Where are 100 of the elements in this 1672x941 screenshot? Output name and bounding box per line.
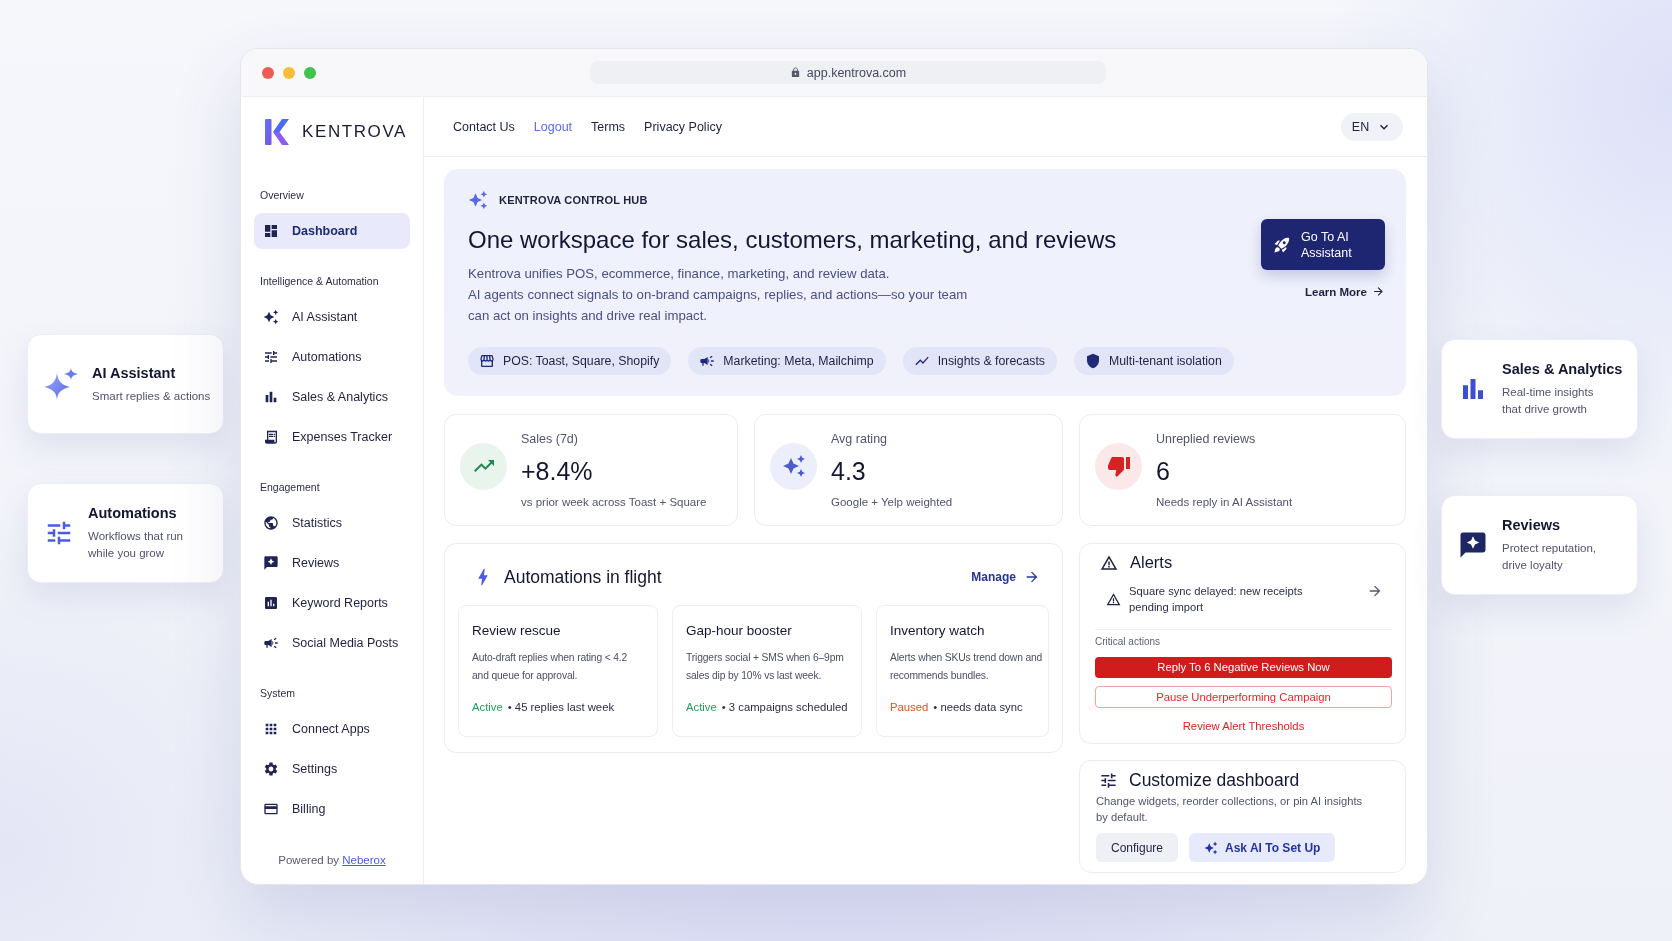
grid-icon [263, 223, 279, 239]
stat-value: +8.4% [521, 456, 594, 485]
settings-icon [263, 761, 279, 777]
sliders-icon [1099, 770, 1118, 790]
feature-title: AI Assistant [92, 363, 177, 382]
panel-title: Automations in flight [504, 566, 662, 588]
ask-ai-button[interactable]: Ask AI To Set Up [1189, 833, 1336, 862]
thumbs-down-icon [1095, 442, 1142, 490]
warning-icon [1106, 591, 1121, 607]
chart-icon [263, 595, 279, 611]
feature-description: Real-time insights that drive growth [1502, 385, 1595, 417]
feature-chip: Insights & forecasts [902, 347, 1057, 375]
panel-description: Change widgets, reorder collections, or pin AI insights by default. [1096, 794, 1364, 825]
automation-detail: • needs data sync [933, 700, 1023, 715]
stat-note: Needs reply in AI Assistant [1156, 494, 1293, 510]
feature-title: Automations [88, 504, 178, 522]
nav-link[interactable]: Terms [591, 119, 626, 134]
thresholds-link[interactable]: Review Alert Thresholds [1182, 719, 1305, 733]
panel-title: Customize dashboard [1129, 769, 1300, 791]
language-dropdown[interactable]: EN [1341, 112, 1403, 141]
learn-more-link[interactable]: Learn More [1305, 285, 1385, 298]
automation-status: Paused [890, 700, 929, 715]
feature-chip: Multi-tenant isolation [1073, 347, 1234, 375]
sidebar-item[interactable]: AI Assistant [254, 299, 410, 335]
sparkles-icon [263, 309, 279, 325]
automation-description: Triggers social + SMS when 6–9pm sales dip by 10% vs last week. [686, 651, 845, 683]
feature-description: Protect reputation, drive loyalty [1502, 541, 1596, 573]
powered-by-text: Powered by Neberox [277, 854, 387, 866]
automation-description: Alerts when SKUs trend down and recommends bundles. [890, 651, 1043, 683]
stat-value: 6 [1156, 456, 1171, 485]
feature-chip: Marketing: Meta, Mailchimp [688, 347, 886, 375]
alert-text: Square sync delayed: new receipts pending import [1129, 583, 1303, 615]
globe-icon [263, 515, 279, 531]
lock-icon [789, 67, 801, 78]
section-title: Overview [259, 188, 305, 202]
sidebar-item[interactable]: Billing [254, 791, 410, 827]
assistant-button[interactable]: Go To AI Assistant [1261, 219, 1385, 270]
window-zoom-icon[interactable] [304, 66, 316, 79]
window-minimize-icon[interactable] [283, 66, 295, 79]
automation-title: Gap-hour booster [686, 622, 793, 639]
automation-detail: • 3 campaigns scheduled [721, 700, 848, 715]
trend-up-icon [460, 442, 507, 490]
rocket-icon [1273, 235, 1291, 254]
arrow-right-icon [1372, 285, 1385, 298]
action-button[interactable]: Pause Underperforming Campaign [1095, 686, 1392, 708]
hero-description: Kentrova unifies POS, ecommerce, finance, marketing, and review data. AI agents connect signals to on-brand campaigns, replies, and actions—so your team can act on insights and drive real impact. [468, 265, 969, 325]
megaphone-icon [699, 353, 716, 369]
feature-title: Sales & Analytics [1502, 360, 1623, 378]
stat-label: Avg rating [831, 430, 889, 447]
sparkles-icon [468, 190, 488, 210]
automation-title: Inventory watch [890, 622, 986, 639]
stat-note: Google + Yelp weighted [831, 494, 953, 510]
stat-value: 4.3 [831, 456, 867, 485]
sidebar-item[interactable]: Automations [254, 339, 410, 375]
receipt-icon [263, 429, 279, 445]
sidebar-item[interactable]: Social Media Posts [254, 625, 410, 661]
footer-link[interactable]: Neberox [342, 854, 386, 866]
panel-title: Alerts [1130, 553, 1173, 573]
sidebar-item[interactable]: Settings [254, 751, 410, 787]
window-close-icon[interactable] [262, 66, 274, 79]
credit-card-icon [263, 801, 279, 817]
sparkle-icon [44, 367, 78, 401]
feature-title: Reviews [1502, 516, 1562, 534]
sparkles-icon [1204, 840, 1219, 855]
sidebar-item[interactable]: Keyword Reports [254, 585, 410, 621]
feature-chip: POS: Toast, Square, Shopify [468, 347, 672, 375]
hero-title: One workspace for sales, customers, marketing, and reviews [468, 225, 1118, 255]
sidebar-item[interactable]: Sales & Analytics [254, 379, 410, 415]
sparkles-icon [770, 442, 817, 490]
sidebar-item[interactable]: Dashboard [254, 213, 410, 249]
section-title: Engagement [259, 480, 321, 494]
apps-grid-icon [263, 721, 279, 737]
megaphone-icon [263, 635, 279, 651]
brand-name: KENTROVA [302, 122, 408, 142]
nav-link[interactable]: Contact Us [453, 119, 515, 134]
nav-link[interactable]: Logout [533, 119, 573, 134]
sliders-icon [263, 349, 279, 365]
stat-label: Unreplied reviews [1156, 430, 1257, 447]
configure-button[interactable]: Configure [1096, 833, 1179, 862]
section-title: System [259, 686, 296, 700]
manage-link[interactable]: Manage [971, 569, 1040, 585]
automation-status: Active [686, 700, 717, 715]
shield-icon [1084, 353, 1101, 369]
stat-note: vs prior week across Toast + Square [521, 494, 707, 510]
automation-title: Review rescue [472, 622, 562, 639]
star-speech-bubble-icon [1458, 530, 1488, 560]
sidebar-item[interactable]: Reviews [254, 545, 410, 581]
sidebar-item[interactable]: Statistics [254, 505, 410, 541]
sidebar-item[interactable]: Expenses Tracker [254, 419, 410, 455]
star-speech-bubble-icon [263, 555, 279, 571]
actions-label: Critical actions [1095, 635, 1162, 648]
automation-detail: • 45 replies last week [507, 700, 615, 715]
sidebar-item[interactable]: Connect Apps [254, 711, 410, 747]
feature-description: Workflows that run while you grow [88, 529, 183, 561]
action-button[interactable]: Reply To 6 Negative Reviews Now [1095, 656, 1392, 679]
address-bar[interactable]: app.kentrova.com [590, 61, 1106, 84]
warning-icon [1100, 553, 1118, 572]
store-icon [479, 353, 495, 369]
hero-eyebrow: KENTROVA CONTROL HUB [499, 194, 648, 206]
nav-link[interactable]: Privacy Policy [644, 119, 722, 134]
